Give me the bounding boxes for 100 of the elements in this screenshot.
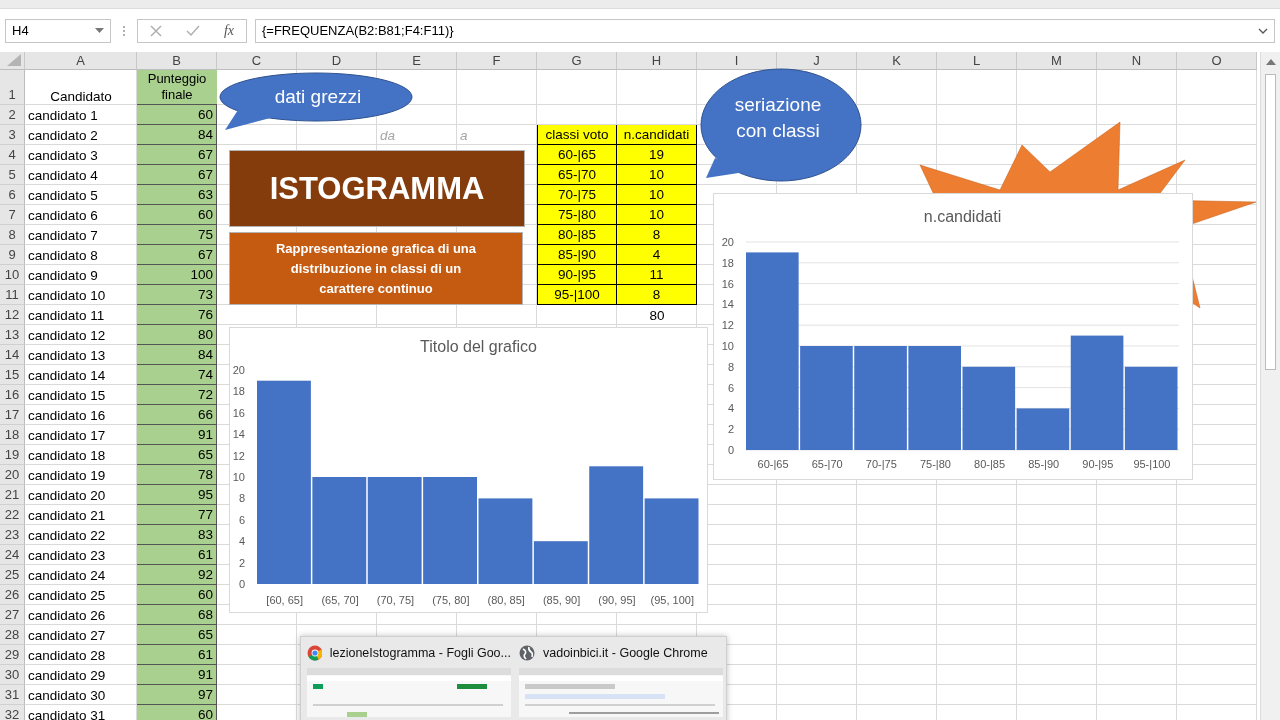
table-cell: 60 [137, 585, 217, 605]
chart-title: n.candidati [923, 208, 1002, 225]
column-header[interactable]: N [1097, 52, 1177, 70]
row-header[interactable]: 3 [0, 125, 25, 145]
formula-field[interactable]: {=FREQUENZA(B2:B81;F4:F11)} [255, 18, 1275, 43]
insert-function-button[interactable]: fx [223, 22, 234, 39]
column-header[interactable]: D [297, 52, 377, 70]
table-cell: 61 [137, 645, 217, 665]
bubble-text: dati grezzi [273, 85, 363, 109]
table-cell-text: 80 [648, 306, 666, 325]
row-header[interactable]: 17 [0, 405, 25, 425]
table-cell-text: candidato 17 [27, 426, 107, 445]
row-header[interactable]: 15 [0, 365, 25, 385]
column-header[interactable]: F [457, 52, 537, 70]
table-cell: 97 [137, 685, 217, 705]
row-header[interactable]: 18 [0, 425, 25, 445]
table-cell-text: candidato 24 [27, 566, 107, 585]
table-cell: 76 [137, 305, 217, 325]
enter-icon[interactable] [185, 24, 200, 37]
column-header[interactable]: C [217, 52, 297, 70]
table-cell: 80 [137, 325, 217, 345]
tick-label: 8 [238, 492, 245, 505]
caret-icon[interactable] [1258, 27, 1268, 34]
column-header[interactable]: A [25, 52, 137, 70]
table-cell-text: candidato 2 [27, 126, 99, 145]
row-header[interactable]: 4 [0, 145, 25, 165]
row-header[interactable]: 12 [0, 305, 25, 325]
subtitle-box: Rappresentazione grafica di una distribuzione in classi di un carattere continuo [229, 232, 523, 305]
column-header[interactable]: M [1017, 52, 1097, 70]
table-cell-text: Candidato [49, 88, 113, 105]
table-cell: 95-|100 [537, 285, 617, 305]
row-header[interactable]: 6 [0, 185, 25, 205]
row-header[interactable]: 30 [0, 665, 25, 685]
row-header[interactable]: 19 [0, 445, 25, 465]
row-header[interactable]: 24 [0, 545, 25, 565]
table-cell: 74 [137, 365, 217, 385]
chart-title: Titolo del grafico [420, 338, 537, 355]
column-header[interactable]: H [617, 52, 697, 70]
column-header[interactable]: O [1177, 52, 1257, 70]
table-cell: 61 [137, 545, 217, 565]
table-cell-text: candidato 11 [27, 306, 106, 325]
table-cell: 8 [617, 225, 697, 245]
window-title[interactable]: vadoinbici.it - Google Chrome [543, 646, 708, 660]
column-header[interactable]: K [857, 52, 937, 70]
row-header[interactable]: 14 [0, 345, 25, 365]
table-cell: 11 [617, 265, 697, 285]
row-header[interactable]: 26 [0, 585, 25, 605]
row-header[interactable]: 27 [0, 605, 25, 625]
row-header[interactable]: 10 [0, 265, 25, 285]
bubble-text: seriazione con classi [733, 93, 823, 143]
scroll-up-icon[interactable] [1266, 59, 1276, 65]
row-header[interactable]: 20 [0, 465, 25, 485]
row-header[interactable]: 21 [0, 485, 25, 505]
row-header[interactable]: 7 [0, 205, 25, 225]
table-cell-text: candidato 20 [27, 486, 107, 505]
row-header[interactable]: 23 [0, 525, 25, 545]
column-header[interactable]: J [777, 52, 857, 70]
window-title[interactable]: lezioneIstogramma - Fogli Goo... [329, 646, 511, 660]
row-header[interactable]: 31 [0, 685, 25, 705]
chart-area[interactable]: n.candidati 0 2 4 6 8 10 12 14 16 18 20 60-|65 65-|70 70-|75 75-|80 80-|85 85-|90 90-|95 95-|100 [713, 193, 1193, 480]
row-header[interactable]: 9 [0, 245, 25, 265]
row-header[interactable]: 13 [0, 325, 25, 345]
table-cell: 66 [137, 405, 217, 425]
table-cell-text: candidato 7 [27, 226, 99, 245]
category-label: 80-|85 [974, 458, 1006, 470]
row-header[interactable]: 11 [0, 285, 25, 305]
row-header[interactable]: 32 [0, 705, 25, 720]
select-all-icon[interactable] [7, 54, 21, 66]
row-header[interactable]: 2 [0, 105, 25, 125]
table-cell-text: candidato 28 [27, 646, 107, 665]
column-header[interactable]: B [137, 52, 217, 70]
category-label: (95, 100] [650, 594, 694, 606]
category-label: (65, 70] [321, 594, 359, 606]
chart-area[interactable]: Titolo del grafico 0 2 4 6 8 10 12 14 16 18 20 [60, 65] (65, 70] (70, 75] (75, 80] (80, 85] (85, 90] (90, 95] (95, 100] [229, 327, 708, 613]
caret-icon [95, 28, 104, 33]
table-cell-text: candidato 6 [27, 206, 99, 225]
column-header[interactable]: E [377, 52, 457, 70]
column-header[interactable]: L [937, 52, 1017, 70]
row-header[interactable]: 25 [0, 565, 25, 585]
row-header[interactable]: 22 [0, 505, 25, 525]
row-header[interactable]: 16 [0, 385, 25, 405]
tick-label: 4 [727, 402, 734, 415]
table-cell: 77 [137, 505, 217, 525]
row-header[interactable]: 28 [0, 625, 25, 645]
cancel-icon[interactable] [149, 24, 162, 37]
column-header[interactable]: G [537, 52, 617, 70]
row-header[interactable]: 29 [0, 645, 25, 665]
table-cell-text: a [459, 126, 469, 145]
scrollbar-thumb[interactable] [1265, 74, 1276, 370]
name-box[interactable]: H4 [5, 18, 111, 43]
table-cell-text: candidato 27 [27, 626, 107, 645]
row-header[interactable]: 8 [0, 225, 25, 245]
table-cell: Punteggio finale [137, 70, 217, 105]
row-header[interactable]: 1 [0, 70, 25, 105]
column-header[interactable]: I [697, 52, 777, 70]
table-cell: 8 [617, 285, 697, 305]
table-cell: 10 [617, 185, 697, 205]
row-header[interactable]: 5 [0, 165, 25, 185]
table-cell-text: candidato 3 [27, 146, 99, 165]
tick-label: 16 [721, 277, 734, 290]
